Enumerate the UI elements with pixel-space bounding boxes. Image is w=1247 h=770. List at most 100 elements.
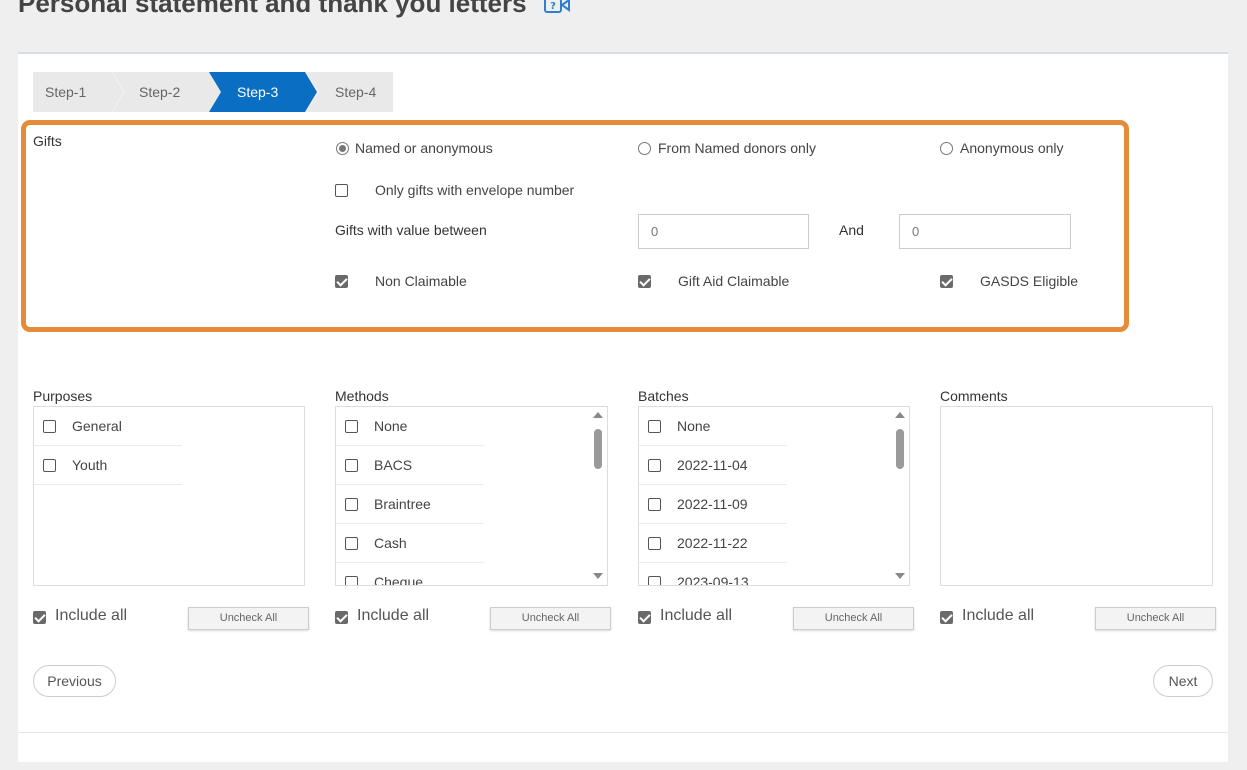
envelope-number-label: Only gifts with envelope number [375,182,575,198]
batch-label: 2023-09-13 [677,574,749,586]
radio-named-or-anonymous[interactable] [336,142,349,155]
scroll-up-icon[interactable] [593,412,603,418]
next-button[interactable]: Next [1153,665,1213,697]
include-all-label: Include all [55,607,128,624]
step-2-tab[interactable]: Step-2 [113,72,221,112]
purpose-label: General [72,418,122,434]
list-item[interactable]: 2022-11-22 [639,524,787,563]
method-label: Cheque [374,574,424,586]
list-item[interactable]: Youth [34,446,182,485]
batches-title: Batches [638,388,689,404]
purposes-uncheck-all-button[interactable]: Uncheck All [188,607,309,630]
batch-label: 2022-11-04 [677,457,748,473]
gasds-eligible-label: GASDS Eligible [980,273,1079,289]
scroll-up-icon[interactable] [895,412,905,418]
main-panel: Step-1 Step-2 Step-3 Step-4 Gifts Named … [18,52,1228,762]
list-item[interactable]: General [34,407,182,446]
radio-anonymous-only-label: Anonymous only [960,140,1064,156]
max-value-input[interactable]: 0 [899,214,1071,249]
step-4-label: Step-4 [335,84,377,100]
gifts-section-label: Gifts [33,133,62,149]
scroll-thumb[interactable] [594,429,602,469]
method-label: None [374,418,408,434]
radio-named-donors-only-label: From Named donors only [658,140,816,156]
batch-checkbox[interactable] [648,576,661,585]
purpose-checkbox[interactable] [43,420,56,433]
step-4-tab[interactable]: Step-4 [307,72,393,112]
batch-checkbox[interactable] [648,459,661,472]
batch-label: 2022-11-22 [677,535,748,551]
list-item[interactable]: Cash [336,524,484,563]
methods-list[interactable]: None BACS Braintree Cash Cheque [335,406,608,586]
method-checkbox[interactable] [345,459,358,472]
non-claimable-checkbox[interactable] [335,275,348,288]
batch-checkbox[interactable] [648,537,661,550]
include-all-checkbox[interactable] [940,611,953,624]
method-label: BACS [374,457,413,473]
include-all-checkbox[interactable] [335,611,348,624]
radio-named-donors-only[interactable] [638,142,651,155]
include-all-label: Include all [660,607,733,624]
page-title-text: Personal statement and thank you letters [18,0,527,18]
step-3-label: Step-3 [237,84,279,100]
step-2-label: Step-2 [139,84,181,100]
step-3-tab[interactable]: Step-3 [209,72,317,112]
svg-text:?: ? [550,1,556,12]
method-checkbox[interactable] [345,420,358,433]
list-item[interactable]: None [336,407,484,446]
method-label: Cash [374,535,407,551]
non-claimable-label: Non Claimable [375,273,467,289]
value-range-label: Gifts with value between [335,222,487,238]
radio-anonymous-only[interactable] [940,142,953,155]
method-checkbox[interactable] [345,498,358,511]
envelope-number-checkbox[interactable] [335,184,348,197]
page-title: Personal statement and thank you letters… [18,0,570,21]
gift-aid-claimable-label: Gift Aid Claimable [678,273,790,289]
include-all-checkbox[interactable] [638,611,651,624]
method-checkbox[interactable] [345,537,358,550]
list-item[interactable]: 2022-11-04 [639,446,787,485]
batch-checkbox[interactable] [648,420,661,433]
divider [18,732,1228,733]
scroll-down-icon[interactable] [593,573,603,579]
purpose-checkbox[interactable] [43,459,56,472]
and-label: And [839,222,864,238]
include-all-label: Include all [357,607,430,624]
comments-list[interactable] [940,406,1213,586]
purposes-list[interactable]: General Youth [33,406,305,586]
step-1-tab[interactable]: Step-1 [33,72,123,112]
scroll-thumb[interactable] [896,429,904,469]
list-item[interactable]: BACS [336,446,484,485]
min-value-input[interactable]: 0 [638,214,809,249]
comments-uncheck-all-button[interactable]: Uncheck All [1095,607,1216,630]
video-help-icon[interactable]: ? [543,0,570,21]
batch-label: None [677,418,711,434]
batches-list[interactable]: None 2022-11-04 2022-11-09 2022-11-22 20… [638,406,910,586]
methods-title: Methods [335,388,389,404]
include-all-label: Include all [962,607,1035,624]
radio-named-or-anonymous-label: Named or anonymous [355,140,493,156]
list-item[interactable]: 2023-09-13 [639,563,787,586]
scroll-down-icon[interactable] [895,573,905,579]
step-1-label: Step-1 [45,84,87,100]
list-item[interactable]: None [639,407,787,446]
purpose-label: Youth [72,457,108,473]
batches-scrollbar[interactable] [893,409,907,583]
method-label: Braintree [374,496,431,512]
batch-checkbox[interactable] [648,498,661,511]
batch-label: 2022-11-09 [677,496,748,512]
batches-uncheck-all-button[interactable]: Uncheck All [793,607,914,630]
previous-button[interactable]: Previous [33,665,116,697]
gasds-eligible-checkbox[interactable] [940,275,953,288]
purposes-title: Purposes [33,388,93,404]
comments-title: Comments [940,388,1008,404]
list-item[interactable]: Braintree [336,485,484,524]
gift-aid-claimable-checkbox[interactable] [638,275,651,288]
wizard-steps: Step-1 Step-2 Step-3 Step-4 [33,72,393,112]
methods-uncheck-all-button[interactable]: Uncheck All [490,607,611,630]
methods-scrollbar[interactable] [591,409,605,583]
method-checkbox[interactable] [345,576,358,585]
list-item[interactable]: 2022-11-09 [639,485,787,524]
list-item[interactable]: Cheque [336,563,484,586]
include-all-checkbox[interactable] [33,611,46,624]
